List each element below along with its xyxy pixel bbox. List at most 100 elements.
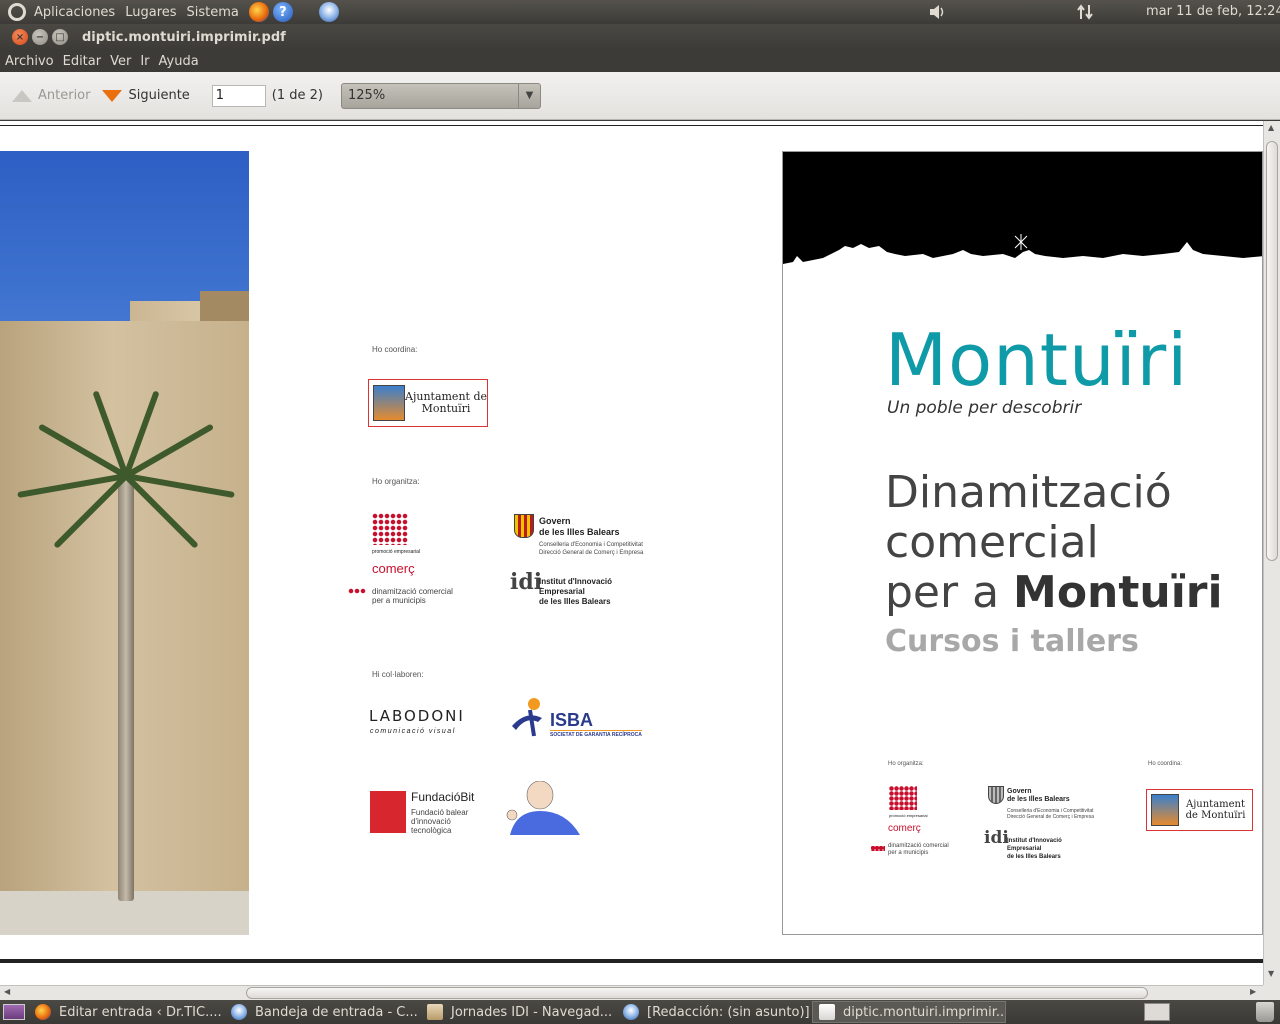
isba-sub: SOCIETAT DE GARANTIA RECÍPROCA [550,730,642,738]
fundaciobit-logo-text: FundacióBit [411,790,475,804]
dinamitzacio-line-1: dinamització comercial [372,587,453,596]
cover-cursos: Cursos i tallers [885,624,1139,659]
minimize-window-button[interactable]: − [32,29,48,45]
cover-govern-text: Govern de les Illes Balears [1007,788,1070,804]
cover-idi-logo-mark: idi [984,828,1009,848]
comerc-text: comerç [372,561,415,576]
cover-ajuntament-logo: Ajuntament de Montuïri [1146,789,1253,831]
scroll-up-icon[interactable]: ▲ [1268,123,1274,132]
menu-archivo[interactable]: Archivo [5,54,54,69]
isba-mark-icon [512,698,542,737]
cover-idi-line-3: de les Illes Balears [1007,854,1061,860]
scroll-left-icon[interactable]: ◀ [4,987,10,996]
coat-of-arms-icon [373,385,405,421]
dinamitzacio-line-2: per a municipis [372,596,426,605]
menu-lugares[interactable]: Lugares [125,5,176,20]
cover-idi-line-1: Institut d'Innovació [1007,838,1062,844]
isba-logo-text: ISBA [550,710,594,730]
help-launcher-icon[interactable]: ? [272,2,293,22]
chevron-down-icon: ▼ [518,83,540,108]
arrow-down-icon [102,89,123,102]
thunderbird-launcher-icon[interactable] [318,2,339,22]
ubuntu-logo-icon[interactable] [8,3,26,21]
toolbar: Anterior Siguiente (1 de 2) 125% ▼ [0,72,1280,120]
cover-coordina-label: Ho coordina: [1148,761,1183,767]
task-editar-entrada[interactable]: Editar entrada ‹ Dr.TIC.... [28,1001,222,1023]
cover-organitza-label: Ho organitza: [888,761,924,767]
scroll-corner [1263,985,1280,1000]
fundaciobit-sub: Fundació balear d'innovació tecnològica [411,808,468,835]
zoom-select[interactable]: 125% ▼ [341,82,541,109]
horizontal-scroll-thumb[interactable] [246,987,1148,999]
fundaciobit-line-3: tecnològica [411,826,452,835]
cover-dinamitzacio-line-2: per a municipis [888,850,929,856]
previous-page-button[interactable]: Anterior [12,88,90,103]
vertical-scroll-thumb[interactable] [1266,141,1278,561]
idi-logo-mark: idi [510,569,543,595]
cover-dinamitzacio-line-1: dinamització comercial [888,843,949,849]
menu-ir[interactable]: Ir [140,54,149,69]
zoom-value: 125% [348,88,386,103]
menu-ayuda[interactable]: Ayuda [159,54,199,69]
task-diptic[interactable]: diptic.montuiri.imprimir.... [812,1001,1006,1023]
window-title: diptic.montuiri.imprimir.pdf [82,29,286,45]
cover-conselleria-text: Conselleria d'Economia i Competitivitat D… [1007,808,1094,820]
cover-subtitle: Un poble per descobrir [887,398,1082,418]
task-bandeja[interactable]: Bandeja de entrada - C... [224,1001,418,1023]
maximize-window-button[interactable]: □ [52,29,68,45]
govern-shield-icon [514,514,534,538]
task-label: [Redacción: (sin asunto)] [647,1004,810,1020]
fundaciobit-mark-icon [370,791,406,833]
thunderbird-icon [231,1004,247,1020]
window-title-bar[interactable]: × − □ diptic.montuiri.imprimir.pdf [0,24,1280,50]
fundaciobit-line-2: d'innovació [411,817,451,826]
cover-dots-icon [871,846,885,851]
cover-heading-line-3-pre: per a [885,567,1014,618]
previous-page-label: Anterior [38,88,91,103]
task-jornades-idi[interactable]: Jornades IDI - Navegad... [420,1001,614,1023]
task-label: Editar entrada ‹ Dr.TIC.... [59,1004,222,1020]
church-palm-photo [0,151,249,935]
conselleria-line: Conselleria d'Economia i Competitivitat [539,542,643,548]
promocio-text: promoció empresarial [372,549,421,555]
cover-promocio-icon [889,786,917,810]
dots-icon [348,588,366,594]
trash-icon[interactable] [1256,1002,1274,1022]
horizontal-scrollbar[interactable]: ◀ ▶ [0,985,1263,1000]
document-view[interactable]: Ho coordina: Ajuntament de Montuïri Ho o… [0,121,1263,985]
clock[interactable]: mar 11 de feb, 12:24 [1146,4,1280,19]
scroll-down-icon[interactable]: ▼ [1268,969,1274,978]
promocio-empresarial-icon [372,513,408,545]
cover-govern-shield-icon [988,786,1004,804]
firefox-launcher-icon[interactable] [248,2,269,22]
cover-comerc-text: comerç [888,823,921,834]
menu-bar: Archivo Editar Ver Ir Ayuda [0,50,1280,72]
volume-icon[interactable] [928,4,946,20]
page-top-edge [0,125,1263,126]
cover-heading-line-3-bold: Montuïri [1013,567,1223,618]
page-number-input[interactable] [211,84,266,107]
cover-heading-line-1: Dinamització [885,467,1172,518]
labodoni-sub: comunicació visual [370,728,456,735]
workspace-switcher[interactable] [1144,1003,1170,1021]
cover-dinamitzacio-small: dinamització comercial per a municipis [888,843,949,857]
menu-aplicaciones[interactable]: Aplicaciones [34,5,115,20]
conselleria-text: Conselleria d'Economia i Competitivitat D… [539,541,643,557]
ajuntament-logo: Ajuntament de Montuïri [368,379,488,427]
town-skyline-icon [783,234,1262,272]
show-desktop-icon[interactable] [3,1004,25,1020]
bottom-panel: Editar entrada ‹ Dr.TIC.... Bandeja de e… [0,1000,1280,1024]
menu-editar[interactable]: Editar [63,54,102,69]
cover-govern-line-1: Govern [1007,788,1032,795]
menu-sistema[interactable]: Sistema [187,5,239,20]
ajuntament-logo-text: Ajuntament de Montuïri [405,390,487,415]
network-icon[interactable] [1076,4,1094,20]
scroll-right-icon[interactable]: ▶ [1250,987,1256,996]
idi-line-3: de les Illes Balears [539,597,611,606]
next-page-button[interactable]: Siguiente [102,88,190,103]
menu-ver[interactable]: Ver [110,54,131,69]
task-redaccion[interactable]: [Redacción: (sin asunto)] [616,1001,810,1023]
file-browser-icon [427,1004,443,1020]
vertical-scrollbar[interactable]: ▲ ▼ [1263,121,1280,985]
close-window-button[interactable]: × [12,29,28,45]
